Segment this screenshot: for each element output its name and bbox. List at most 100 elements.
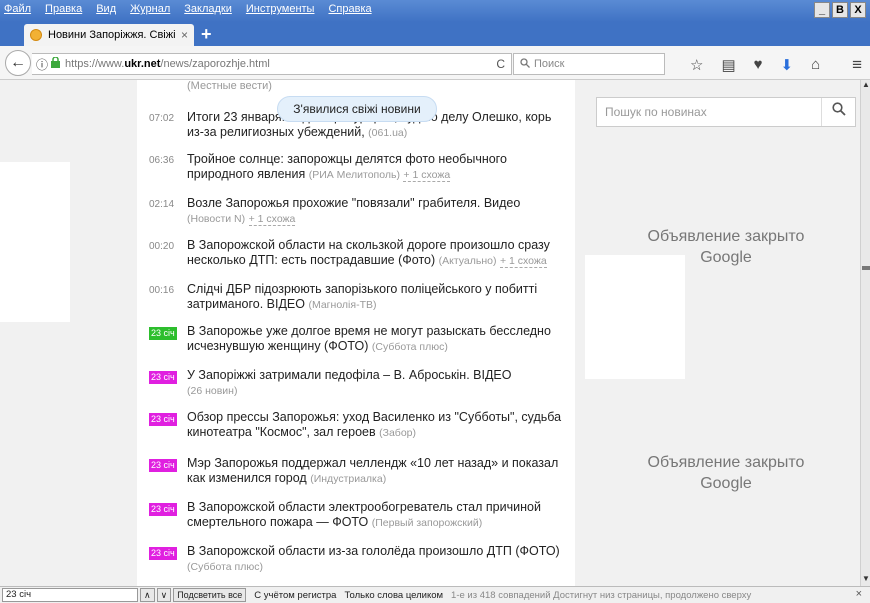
news-item[interactable]: 23 січ В Запорожской области из-за голол… (137, 544, 567, 575)
browser-search-input[interactable]: Поиск (513, 53, 665, 75)
pocket-icon[interactable]: ♥ (754, 56, 763, 74)
highlight-all-button[interactable]: Подсветить все (173, 588, 247, 602)
news-title[interactable]: Возле Запорожья прохожие "повязали" граб… (187, 196, 520, 210)
news-item[interactable]: 23 січ Обзор прессы Запорожья: уход Васи… (137, 410, 567, 441)
toolbar-icons: ☆ ▤ ♥ ⬇ ⌂ (690, 56, 820, 74)
download-icon[interactable]: ⬇ (781, 56, 794, 74)
news-source[interactable]: (Забор) (379, 427, 416, 439)
navigation-bar: ← ⓘ https://www.ukr.net/news/zaporozhje.… (0, 46, 870, 80)
menu-history[interactable]: Журнал (130, 3, 170, 15)
fresh-news-toast[interactable]: З'явилися свіжі новини (277, 96, 437, 122)
news-time: 00:20 (149, 241, 175, 252)
match-case-toggle[interactable]: С учётом регистра (254, 590, 336, 601)
find-prev-button[interactable]: ∧ (140, 588, 155, 602)
news-title[interactable]: В Запорожской области на скользкой дорог… (187, 238, 550, 267)
info-icon[interactable]: ⓘ (36, 56, 48, 73)
news-item[interactable]: 23 січ Мэр Запорожья поддержал челлендж … (137, 456, 567, 487)
news-source[interactable]: (Суббота плюс) (372, 341, 448, 353)
news-similar-link[interactable]: + 1 схожа (403, 169, 451, 182)
news-date-badge: 23 січ (149, 503, 177, 516)
news-time: 00:16 (149, 285, 175, 296)
tab-active[interactable]: Новини Запоріжжя. Свіжі За... × (24, 24, 194, 46)
ad-closed-1: Объявление закрыто Google (596, 226, 856, 268)
close-window-button[interactable]: X (850, 2, 866, 18)
minimize-button[interactable]: _ (814, 2, 830, 18)
news-date-badge: 23 січ (149, 327, 177, 340)
news-item[interactable]: 00:16 Слідчі ДБР підозрюють запорізького… (137, 282, 567, 313)
ad-google-text: Google (700, 475, 752, 492)
news-source[interactable]: (Магнолія-ТВ) (308, 299, 376, 311)
news-date-badge: 23 січ (149, 459, 177, 472)
favicon-icon (30, 29, 42, 41)
news-column: (Местные вести) З'явилися свіжі новини 0… (137, 80, 575, 586)
url-text: https://www.ukr.net/news/zaporozhje.html (65, 58, 270, 70)
find-bar: 23 січ ∧ ∨ Подсветить все С учётом регис… (0, 586, 870, 603)
news-item[interactable]: 23 січ В Запорожье уже долгое время не м… (137, 324, 567, 355)
left-ad-placeholder (0, 162, 70, 322)
menu-bar: Файл Правка Вид Журнал Закладки Инструме… (4, 3, 372, 15)
news-source[interactable]: (26 новин) (187, 385, 237, 397)
news-title[interactable]: У Запоріжжі затримали педофіла – В. Абро… (187, 368, 511, 382)
menu-view[interactable]: Вид (96, 3, 116, 15)
home-icon[interactable]: ⌂ (811, 56, 820, 74)
menu-edit[interactable]: Правка (45, 3, 82, 15)
scroll-up-icon[interactable]: ▲ (861, 80, 870, 92)
ad-closed-2: Объявление закрыто Google (596, 452, 856, 494)
news-date-badge: 23 січ (149, 413, 177, 426)
find-input[interactable]: 23 січ (2, 588, 138, 602)
url-bar[interactable]: ⓘ https://www.ukr.net/news/zaporozhje.ht… (32, 53, 512, 75)
menu-tools[interactable]: Инструменты (246, 3, 315, 15)
tab-strip: Новини Запоріжжя. Свіжі За... × + (0, 22, 870, 46)
news-search-button[interactable] (821, 98, 855, 126)
news-item[interactable]: 23 січ У Запоріжжі затримали педофіла – … (137, 368, 567, 399)
news-item[interactable]: 02:14 Возле Запорожья прохожие "повязали… (137, 196, 567, 227)
menu-file[interactable]: Файл (4, 3, 31, 15)
ad-google-text: Google (700, 249, 752, 266)
search-icon (831, 102, 846, 116)
news-source[interactable]: (Первый запорожский) (372, 517, 482, 529)
url-domain: ukr.net (124, 58, 161, 70)
news-source[interactable]: (Суббота плюс) (187, 561, 263, 573)
news-title[interactable]: В Запорожской области из-за гололёда про… (187, 544, 560, 558)
vertical-scrollbar[interactable]: ▲ ▼ (860, 80, 870, 586)
lock-icon (51, 56, 61, 71)
find-close-icon[interactable]: × (856, 588, 862, 600)
news-source[interactable]: (Новости N) (187, 213, 245, 225)
news-date-badge: 23 січ (149, 547, 177, 560)
news-source[interactable]: (Индустриалка) (310, 473, 386, 485)
hamburger-menu-icon[interactable]: ≡ (852, 55, 862, 75)
news-title[interactable]: Обзор прессы Запорожья: уход Василенко и… (187, 410, 561, 439)
news-title[interactable]: В Запорожской области электрообогревател… (187, 500, 541, 529)
news-title[interactable]: В Запорожье уже долгое время не могут ра… (187, 324, 551, 353)
page-content: (Местные вести) З'явилися свіжі новини 0… (0, 80, 860, 586)
news-source[interactable]: (РИА Мелитополь) (309, 169, 400, 181)
news-item[interactable]: 06:36 Тройное солнце: запорожцы делятся … (137, 152, 567, 183)
news-search-input[interactable]: Пошук по новинах (596, 97, 856, 127)
whole-words-toggle[interactable]: Только слова целиком (344, 590, 443, 601)
window-controls: _ B X (814, 2, 866, 18)
reader-view-icon[interactable]: ▤ (721, 56, 735, 74)
bookmark-star-icon[interactable]: ☆ (690, 56, 703, 74)
back-button[interactable]: ← (5, 50, 31, 76)
news-source[interactable]: (061.ua) (368, 127, 407, 139)
news-similar-link[interactable]: + 1 схожа (499, 255, 547, 268)
scroll-down-icon[interactable]: ▼ (861, 574, 870, 586)
ad-closed-text: Объявление закрыто (647, 454, 805, 471)
find-next-button[interactable]: ∨ (156, 588, 172, 602)
news-time: 07:02 (149, 113, 175, 124)
news-item[interactable]: 23 січ В Запорожской области электрообог… (137, 500, 567, 531)
news-item[interactable]: 00:20 В Запорожской области на скользкой… (137, 238, 567, 269)
news-date-badge: 23 січ (149, 371, 177, 384)
tab-close-icon[interactable]: × (181, 28, 188, 42)
reload-icon[interactable]: C (496, 57, 505, 71)
new-tab-button[interactable]: + (201, 25, 212, 43)
menu-bookmarks[interactable]: Закладки (184, 3, 232, 15)
scroll-thumb[interactable] (862, 266, 870, 270)
top-source[interactable]: (Местные вести) (187, 80, 272, 92)
news-source[interactable]: (Актуально) (439, 255, 497, 267)
menu-help[interactable]: Справка (328, 3, 371, 15)
news-similar-link[interactable]: + 1 схожа (248, 213, 296, 226)
right-sidebar: Пошук по новинах Объявление закрыто Goog… (584, 80, 860, 586)
search-icon (520, 57, 530, 71)
restore-button[interactable]: B (832, 2, 848, 18)
